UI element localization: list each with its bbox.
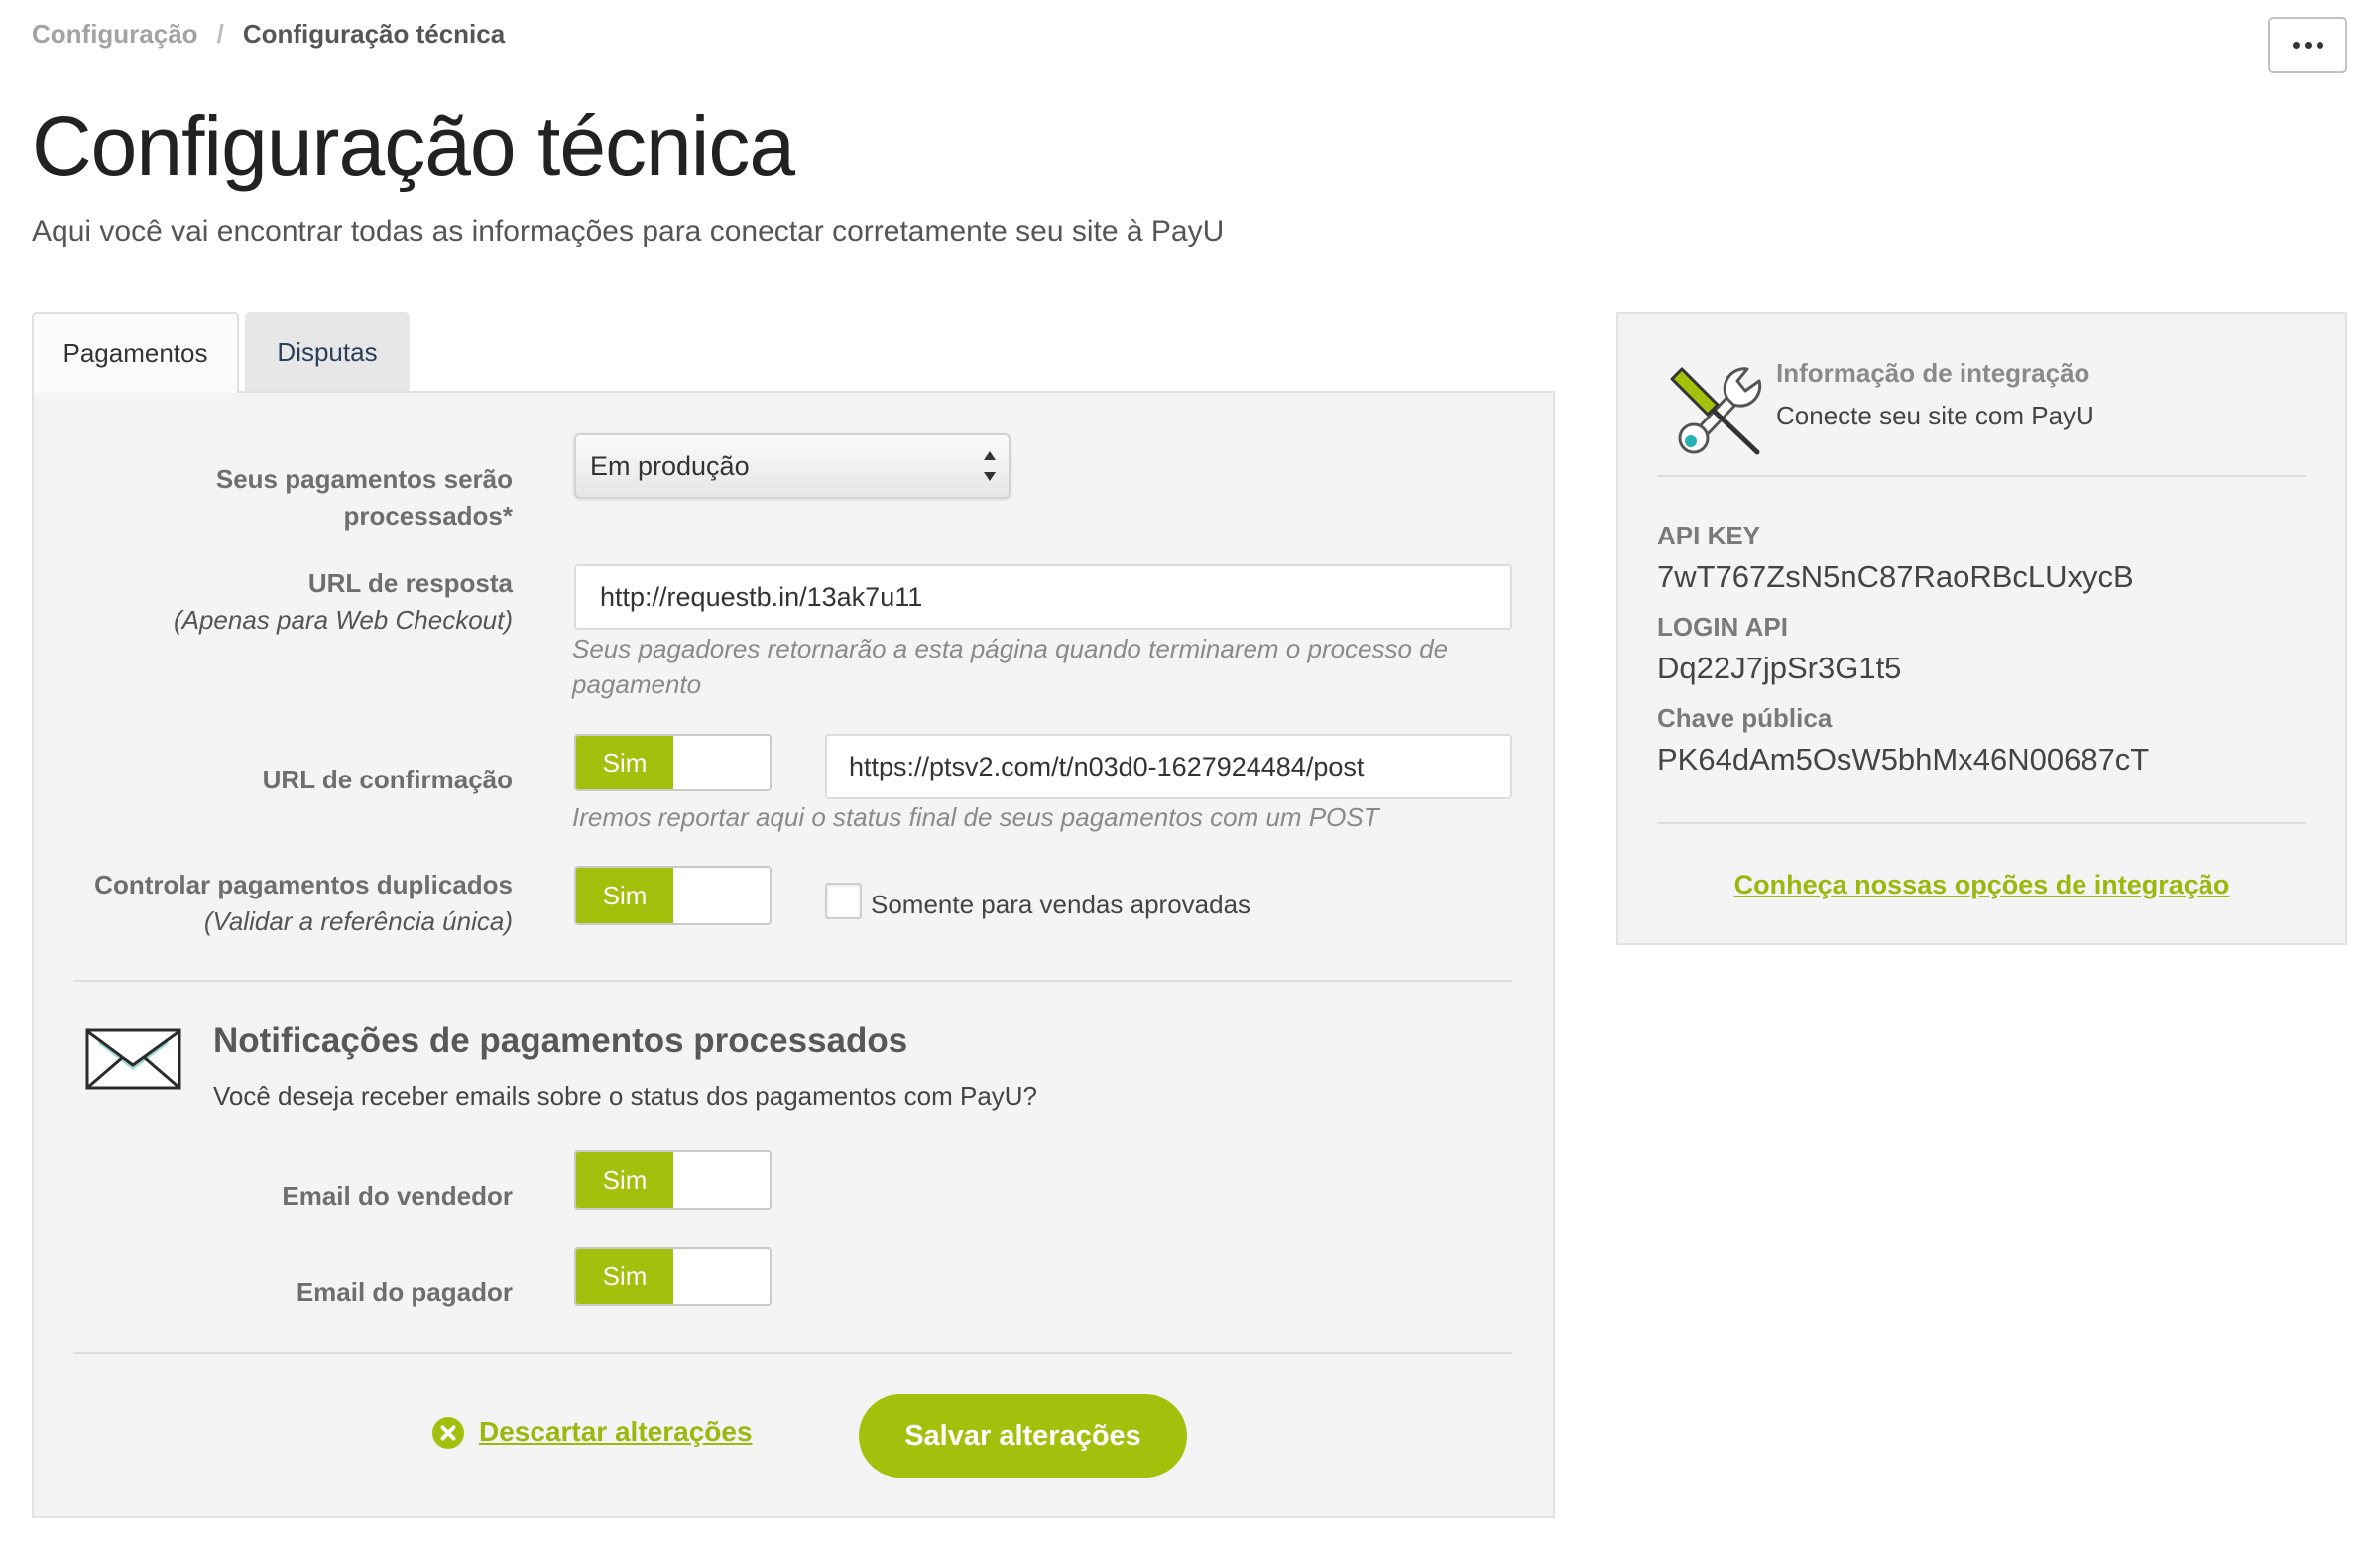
approved-only-label[interactable]: Somente para vendas aprovadas bbox=[871, 887, 1250, 922]
tab-label: Pagamentos bbox=[62, 338, 208, 368]
payer-email-toggle[interactable]: Sim bbox=[574, 1247, 772, 1306]
confirmation-url-toggle[interactable]: Sim bbox=[574, 734, 772, 791]
integration-subtitle: Conecte seu site com PayU bbox=[1776, 401, 2094, 430]
toggle-on-label: Sim bbox=[576, 736, 673, 789]
toggle-off-area bbox=[673, 736, 770, 789]
response-url-note: (Apenas para Web Checkout) bbox=[173, 605, 513, 635]
seller-email-toggle[interactable]: Sim bbox=[574, 1150, 772, 1210]
response-url-label-text: URL de resposta bbox=[307, 568, 513, 598]
envelope-icon bbox=[85, 1028, 181, 1090]
response-url-label: URL de resposta (Apenas para Web Checkou… bbox=[73, 565, 513, 639]
section-divider bbox=[73, 980, 1512, 982]
duplicate-control-label-text: Controlar pagamentos duplicados bbox=[94, 870, 513, 899]
notifications-title: Notificações de pagamentos processados bbox=[213, 1021, 908, 1060]
confirmation-url-label: URL de confirmação bbox=[262, 765, 513, 794]
select-arrows-icon bbox=[983, 449, 997, 483]
processing-mode-value: Em produção bbox=[590, 451, 750, 481]
toggle-on-label: Sim bbox=[576, 868, 673, 923]
page-title: Configuração técnica bbox=[32, 99, 795, 192]
login-api-label: LOGIN API bbox=[1657, 612, 1788, 642]
integration-divider bbox=[1657, 822, 2306, 824]
confirmation-url-help: Iremos reportar aqui o status final de s… bbox=[572, 802, 1379, 832]
toggle-off-area bbox=[673, 868, 770, 923]
breadcrumb-separator: / bbox=[216, 19, 224, 49]
tab-disputas[interactable]: Disputas bbox=[245, 312, 410, 391]
confirmation-url-input[interactable] bbox=[825, 734, 1512, 799]
processing-mode-label: Seus pagamentos serão processados* bbox=[215, 464, 513, 531]
duplicate-control-note: (Validar a referência única) bbox=[203, 906, 513, 936]
api-key-label: API KEY bbox=[1657, 521, 1761, 550]
breadcrumb: Configuração / Configuração técnica bbox=[32, 17, 505, 51]
page-subtitle: Aqui você vai encontrar todas as informa… bbox=[32, 215, 1225, 248]
approved-only-checkbox[interactable] bbox=[825, 883, 862, 919]
integration-divider bbox=[1657, 475, 2306, 477]
tab-label: Disputas bbox=[277, 337, 378, 367]
toggle-off-area bbox=[673, 1152, 770, 1208]
toggle-off-area bbox=[673, 1249, 770, 1304]
save-changes-button[interactable]: Salvar alterações bbox=[859, 1394, 1187, 1478]
processing-mode-select[interactable]: Em produção bbox=[574, 433, 1011, 499]
payments-settings-panel bbox=[32, 391, 1555, 1518]
public-key-label: Chave pública bbox=[1657, 703, 1833, 733]
toggle-on-label: Sim bbox=[576, 1152, 673, 1208]
tools-icon bbox=[1670, 367, 1762, 455]
tab-pagamentos[interactable]: Pagamentos bbox=[32, 312, 239, 393]
section-divider bbox=[73, 1352, 1512, 1354]
response-url-input[interactable] bbox=[574, 564, 1512, 630]
breadcrumb-current: Configuração técnica bbox=[242, 19, 506, 49]
login-api-value: Dq22J7jpSr3G1t5 bbox=[1657, 651, 1902, 685]
payer-email-label: Email do pagador bbox=[296, 1277, 513, 1307]
integration-title: Informação de integração bbox=[1776, 358, 2090, 388]
public-key-value: PK64dAm5OsW5bhMx46N00687cT bbox=[1657, 742, 2150, 777]
toggle-on-label: Sim bbox=[576, 1249, 673, 1304]
duplicate-control-label: Controlar pagamentos duplicados (Validar… bbox=[73, 867, 513, 940]
seller-email-label: Email do vendedor bbox=[282, 1181, 513, 1211]
close-circle-icon[interactable] bbox=[432, 1417, 464, 1449]
discard-changes-link[interactable]: Descartar alterações bbox=[479, 1414, 753, 1450]
api-key-value: 7wT767ZsN5nC87RaoRBcLUxycB bbox=[1657, 559, 2134, 594]
breadcrumb-item-configuracao[interactable]: Configuração bbox=[32, 17, 198, 51]
more-options-button[interactable] bbox=[2268, 17, 2347, 73]
integration-options-link[interactable]: Conheça nossas opções de integração bbox=[1616, 865, 2347, 904]
response-url-help: Seus pagadores retornarão a esta página … bbox=[572, 634, 1449, 699]
ellipsis-icon bbox=[2292, 42, 2323, 49]
notifications-description: Você deseja receber emails sobre o statu… bbox=[213, 1081, 1038, 1111]
duplicate-control-toggle[interactable]: Sim bbox=[574, 866, 772, 925]
